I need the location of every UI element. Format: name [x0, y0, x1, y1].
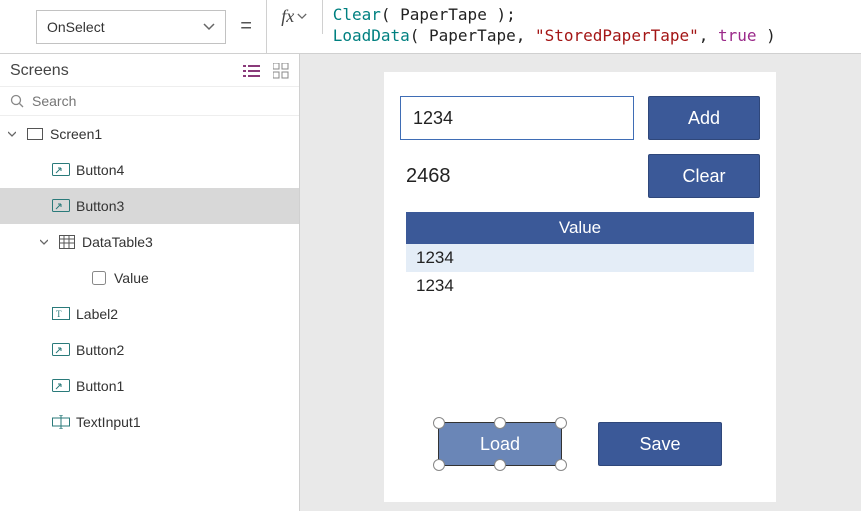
fx-button[interactable]: fx: [267, 0, 323, 34]
canvas-area[interactable]: 1234 Add 2468 Clear Value 1234 1234 Load: [300, 54, 861, 511]
tree-label: Button1: [76, 378, 124, 394]
tree-label: Button4: [76, 162, 124, 178]
tree-label: Value: [114, 270, 149, 286]
tree-textinput1[interactable]: TextInput1: [0, 404, 299, 440]
number-input[interactable]: 1234: [400, 96, 634, 140]
sidebar-title: Screens: [10, 62, 69, 80]
grid-view-icon[interactable]: [273, 63, 289, 79]
add-button[interactable]: Add: [648, 96, 760, 140]
equals-sign: =: [236, 15, 256, 38]
table-row[interactable]: 1234: [406, 244, 754, 272]
save-button[interactable]: Save: [598, 422, 722, 466]
load-button[interactable]: Load: [438, 422, 562, 466]
result-label: 2468: [400, 165, 634, 188]
button-icon: [52, 342, 70, 358]
tree-label: Label2: [76, 306, 118, 322]
clear-button[interactable]: Clear: [648, 154, 760, 198]
data-table[interactable]: Value 1234 1234: [406, 212, 754, 300]
tree-datatable3[interactable]: DataTable3: [0, 224, 299, 260]
button-icon: [52, 162, 70, 178]
app-screen: 1234 Add 2468 Clear Value 1234 1234 Load: [384, 72, 776, 502]
table-row[interactable]: 1234: [406, 272, 754, 300]
caret-down-icon: [8, 130, 20, 138]
tree-label: TextInput1: [76, 414, 141, 430]
tree-view: Screen1 Button4 Button3 DataTable3: [0, 116, 299, 511]
textinput-icon: [52, 414, 70, 430]
tree-button3[interactable]: Button3: [0, 188, 299, 224]
tree-button2[interactable]: Button2: [0, 332, 299, 368]
list-view-icon[interactable]: [243, 64, 261, 78]
svg-text:T: T: [56, 309, 62, 319]
tree-label: Button2: [76, 342, 124, 358]
resize-handle[interactable]: [494, 417, 506, 429]
chevron-down-icon: [203, 23, 215, 31]
tree-screen1[interactable]: Screen1: [0, 116, 299, 152]
formula-input[interactable]: Clear( PaperTape ); LoadData( PaperTape,…: [323, 0, 853, 54]
search-row: [0, 87, 299, 116]
caret-down-icon: [40, 238, 52, 246]
formula-area: fx Clear( PaperTape ); LoadData( PaperTa…: [266, 0, 853, 54]
tree-button1[interactable]: Button1: [0, 368, 299, 404]
resize-handle[interactable]: [555, 417, 567, 429]
tree-label: DataTable3: [82, 234, 153, 250]
column-icon: [90, 270, 108, 286]
resize-handle[interactable]: [494, 459, 506, 471]
tree-sidebar: Screens: [0, 54, 300, 511]
search-input[interactable]: [32, 93, 289, 109]
property-dropdown[interactable]: OnSelect: [36, 10, 226, 44]
table-header: Value: [406, 212, 754, 244]
tree-value-col[interactable]: Value: [0, 260, 299, 296]
button-icon: [52, 198, 70, 214]
screen-icon: [26, 126, 44, 142]
tree-label2[interactable]: T Label2: [0, 296, 299, 332]
tree-label: Button3: [76, 198, 124, 214]
property-label: OnSelect: [47, 19, 105, 35]
label-icon: T: [52, 306, 70, 322]
formula-bar: OnSelect = fx Clear( PaperTape ); LoadDa…: [0, 0, 861, 54]
button-icon: [52, 378, 70, 394]
resize-handle[interactable]: [433, 459, 445, 471]
search-icon: [10, 94, 24, 108]
tree-label: Screen1: [50, 126, 102, 142]
table-icon: [58, 234, 76, 250]
resize-handle[interactable]: [433, 417, 445, 429]
resize-handle[interactable]: [555, 459, 567, 471]
tree-button4[interactable]: Button4: [0, 152, 299, 188]
